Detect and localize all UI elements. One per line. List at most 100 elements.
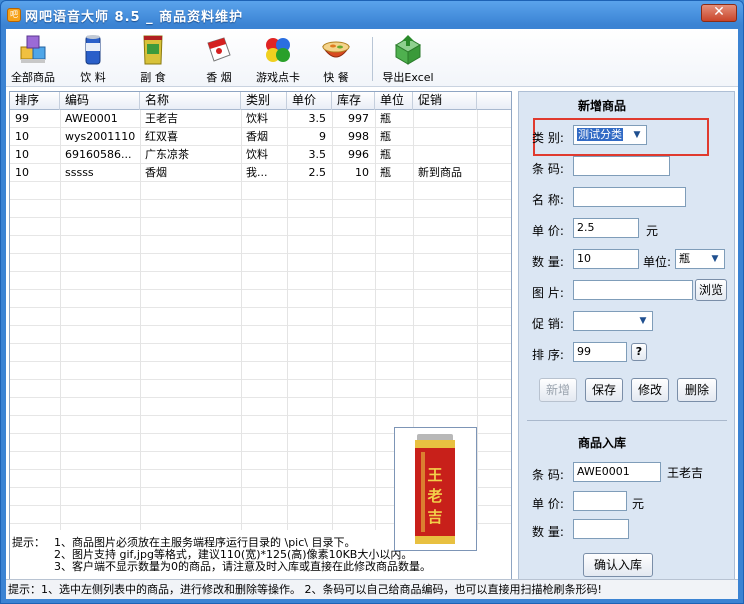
name-label: 名 称: (532, 193, 564, 207)
toolbar-label: 饮 料 (80, 71, 106, 84)
cell-name: 香烟 (145, 166, 167, 179)
cell-name: 王老吉 (145, 112, 178, 125)
cell-name: 广东凉茶 (145, 148, 189, 161)
category-label: 类 别: (532, 131, 564, 145)
table-row[interactable]: 10 69160586... 广东凉茶 饮料 3.5 996 瓶 (10, 146, 511, 164)
cell-stock: 997 (348, 112, 369, 125)
cell-code: 69160586... (65, 148, 132, 161)
stock-price-unit: 元 (632, 497, 645, 511)
table-row[interactable]: 99 AWE0001 王老吉 饮料 3.5 997 瓶 (10, 110, 511, 128)
column-header[interactable]: 库存 (332, 92, 375, 110)
cell-sort: 99 (15, 112, 29, 125)
window-title: 网吧语音大师 8.5 _ 商品资料维护 (25, 9, 244, 25)
toolbar-export-excel-button[interactable]: 导出Excel (376, 33, 440, 85)
svg-text:吉: 吉 (427, 508, 442, 526)
column-header[interactable]: 单位 (375, 92, 413, 110)
drink-can-icon (76, 33, 110, 67)
cell-sort: 10 (15, 166, 29, 179)
column-header[interactable]: 排序 (10, 92, 60, 110)
new-product-title: 新增商品 (578, 99, 627, 113)
product-can-image: 王 老 吉 (395, 428, 476, 550)
table-row[interactable]: 10 sssss 香烟 我... 2.5 10 瓶 新到商品 (10, 164, 511, 182)
category-value: 测试分类 (577, 128, 623, 141)
toolbar-label: 导出Excel (382, 71, 434, 84)
sort-label: 排 序: (532, 348, 564, 362)
snack-bag-icon (136, 33, 170, 67)
price-input[interactable]: 2.5 (573, 218, 639, 238)
svg-text:王: 王 (427, 466, 442, 484)
cell-name: 红双喜 (145, 130, 178, 143)
stock-qty-label: 数 量: (532, 525, 564, 539)
noodle-bowl-icon (319, 33, 353, 67)
stock-price-label: 单 价: (532, 497, 564, 511)
stock-barcode-input[interactable]: AWE0001 (573, 462, 661, 482)
cell-promo: 新到商品 (418, 166, 462, 179)
name-input[interactable] (573, 187, 686, 207)
promo-select[interactable]: ▼ (573, 311, 653, 331)
app-window: 吧 网吧语音大师 8.5 _ 商品资料维护 ✕ 全部商品 饮 料 副 食 香 烟… (0, 0, 744, 604)
toolbar-separator (372, 37, 373, 81)
column-header[interactable]: 类别 (241, 92, 287, 110)
cell-stock: 10 (355, 166, 369, 179)
stock-in-title: 商品入库 (578, 436, 627, 450)
all-goods-icon (16, 33, 50, 67)
toolbar-drinks-button[interactable]: 饮 料 (64, 33, 122, 85)
cell-stock: 998 (348, 130, 369, 143)
promo-label: 促 销: (532, 317, 564, 331)
svg-text:老: 老 (426, 487, 442, 505)
cell-unit: 瓶 (380, 130, 391, 143)
unit-select[interactable]: 瓶 ▼ (675, 249, 725, 269)
edit-button[interactable]: 修改 (631, 378, 669, 402)
cell-sort: 10 (15, 148, 29, 161)
section-divider (527, 420, 727, 421)
close-button[interactable]: ✕ (701, 4, 737, 22)
table-row[interactable]: 10 wys2001110 红双喜 香烟 9 998 瓶 (10, 128, 511, 146)
cigarette-pack-icon (202, 33, 236, 67)
export-excel-icon (391, 33, 425, 67)
toolbar-label: 香 烟 (206, 71, 232, 84)
toolbar-fastfood-button[interactable]: 快 餐 (307, 33, 365, 85)
image-path-input[interactable] (573, 280, 693, 300)
chevron-down-icon: ▼ (639, 316, 647, 326)
barcode-input[interactable] (573, 156, 670, 176)
quantity-input[interactable]: 10 (573, 249, 639, 269)
help-icon[interactable]: ? (631, 343, 647, 361)
chevron-down-icon: ▼ (711, 254, 719, 264)
quantity-label: 数 量: (532, 255, 564, 269)
column-header[interactable]: 编码 (60, 92, 140, 110)
category-select[interactable]: 测试分类 ▼ (573, 125, 647, 145)
toolbar-cigarettes-button[interactable]: 香 烟 (190, 33, 248, 85)
barcode-label: 条 码: (532, 162, 564, 176)
cell-unit: 瓶 (380, 112, 391, 125)
cell-promo (413, 146, 477, 164)
product-editor-panel: 新增商品 类 别: 测试分类 ▼ 条 码: 名 称: 单 价: 2.5 元 数 … (518, 91, 735, 585)
stock-product-name: 王老吉 (667, 466, 704, 480)
toolbar-game-cards-button[interactable]: 游戏点卡 (249, 33, 307, 85)
cell-sort: 10 (15, 130, 29, 143)
price-unit: 元 (646, 224, 659, 238)
cell-price: 9 (319, 130, 326, 143)
cell-category: 香烟 (246, 130, 268, 143)
game-card-icon (261, 33, 295, 67)
product-image: 王 老 吉 (394, 427, 477, 551)
cell-price: 2.5 (308, 166, 327, 179)
toolbar-snacks-button[interactable]: 副 食 (124, 33, 182, 85)
cell-category: 饮料 (246, 148, 268, 161)
browse-button[interactable]: 浏览 (695, 279, 727, 301)
sort-input[interactable]: 99 (573, 342, 627, 362)
column-header[interactable]: 单价 (287, 92, 332, 110)
unit-value: 瓶 (679, 252, 690, 265)
add-button[interactable]: 新增 (539, 378, 577, 402)
confirm-stock-in-button[interactable]: 确认入库 (583, 553, 653, 577)
stock-barcode-label: 条 码: (532, 468, 564, 482)
column-header[interactable]: 促销 (413, 92, 477, 110)
tip-line-3: 3、客户端不显示数量为0的商品，请注意及时入库或直接在此修改商品数量。 (54, 560, 431, 573)
delete-button[interactable]: 删除 (677, 378, 717, 402)
stock-price-input[interactable] (573, 491, 627, 511)
column-header[interactable]: 名称 (140, 92, 241, 110)
stock-qty-input[interactable] (573, 519, 629, 539)
save-button[interactable]: 保存 (585, 378, 623, 402)
cell-code: sssss (65, 166, 94, 179)
image-label: 图 片: (532, 286, 564, 300)
toolbar-all-goods-button[interactable]: 全部商品 (4, 33, 62, 85)
